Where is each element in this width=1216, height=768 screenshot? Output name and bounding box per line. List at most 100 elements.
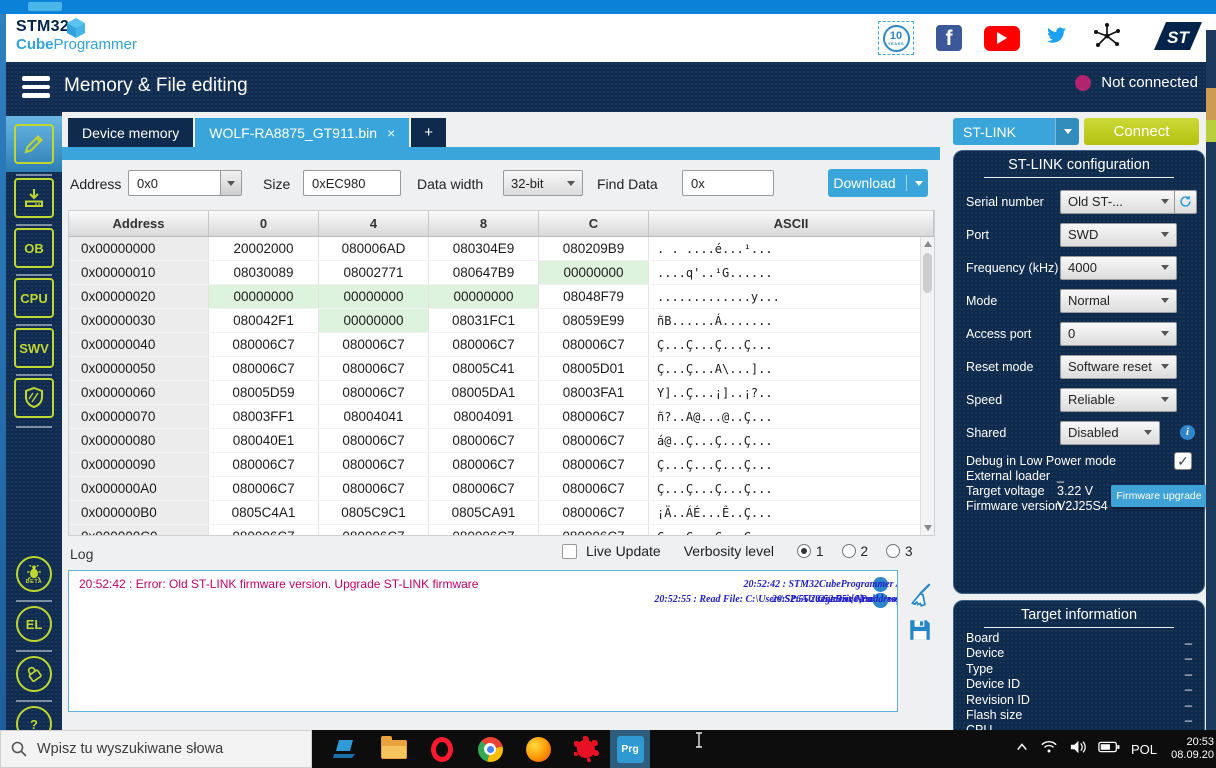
mode-select[interactable]: Normal: [1060, 289, 1177, 313]
hex-cell[interactable]: 080006C7: [539, 405, 649, 428]
hex-cell[interactable]: 08004091: [429, 405, 539, 428]
sidebar-item-erasing-programming[interactable]: [14, 178, 54, 218]
hex-cell[interactable]: 08002771: [319, 261, 429, 284]
hex-cell[interactable]: 080006C7: [429, 429, 539, 452]
verbosity-radio-3[interactable]: [886, 544, 900, 558]
twitter-icon[interactable]: [1042, 24, 1070, 53]
tray-chevron-icon[interactable]: [1015, 740, 1029, 758]
hex-cell[interactable]: 080006C7: [319, 333, 429, 356]
hex-cell[interactable]: 080006C7: [539, 333, 649, 356]
find-data-input[interactable]: [682, 170, 774, 196]
hex-cell[interactable]: 080209B9: [539, 237, 649, 260]
hex-cell[interactable]: 080006C7: [319, 381, 429, 404]
hex-cell[interactable]: 08031FC1: [429, 309, 539, 332]
sidebar-item-cpu[interactable]: CPU: [14, 278, 54, 318]
connect-button[interactable]: Connect: [1084, 118, 1199, 145]
sidebar-item-security[interactable]: [14, 378, 54, 418]
scrollbar-thumb[interactable]: [923, 253, 932, 293]
hex-cell[interactable]: 08004041: [319, 405, 429, 428]
size-input[interactable]: [303, 170, 401, 196]
hex-cell[interactable]: 00000000: [429, 285, 539, 308]
hex-cell[interactable]: 080042F1: [209, 309, 319, 332]
hex-cell[interactable]: 080006C7: [319, 477, 429, 500]
debug-low-power-checkbox[interactable]: ✓: [1174, 452, 1192, 470]
hex-cell[interactable]: 080006C7: [209, 333, 319, 356]
hex-cell[interactable]: 080006C7: [319, 453, 429, 476]
hex-cell[interactable]: 080006C7: [429, 453, 539, 476]
hex-cell[interactable]: 08003FF1: [209, 405, 319, 428]
volume-icon[interactable]: [1069, 739, 1087, 760]
hex-cell[interactable]: 0805CA91: [429, 501, 539, 524]
hex-cell[interactable]: 080006AD: [319, 237, 429, 260]
hex-cell[interactable]: 080647B9: [429, 261, 539, 284]
battery-icon[interactable]: [1098, 740, 1120, 759]
hex-cell[interactable]: 080006C7: [209, 453, 319, 476]
save-log-button[interactable]: [907, 617, 933, 648]
hex-cell[interactable]: 080006C7: [539, 525, 649, 536]
tab-new[interactable]: +: [411, 118, 446, 147]
hex-cell[interactable]: 0805C9C1: [319, 501, 429, 524]
verbosity-radio-2[interactable]: [842, 544, 856, 558]
hex-cell[interactable]: 080006C7: [209, 357, 319, 380]
access-port-select[interactable]: 0: [1060, 322, 1177, 346]
hex-cell[interactable]: 080006C7: [539, 501, 649, 524]
taskbar-clock[interactable]: 20:53 08.09.20: [1168, 736, 1214, 763]
data-width-select[interactable]: 32-bit: [503, 170, 583, 196]
hex-cell[interactable]: 080006C7: [539, 453, 649, 476]
hex-cell[interactable]: 080304E9: [429, 237, 539, 260]
hex-cell[interactable]: 20002000: [209, 237, 319, 260]
hex-cell[interactable]: 080006C7: [319, 357, 429, 380]
hex-cell[interactable]: 080006C7: [429, 333, 539, 356]
tab-device-memory[interactable]: Device memory: [68, 118, 193, 147]
hex-cell[interactable]: 0805C4A1: [209, 501, 319, 524]
firmware-upgrade-button[interactable]: Firmware upgrade: [1111, 485, 1207, 507]
taskbar-search-box[interactable]: Wpisz tu wyszukiwane słowa: [0, 730, 312, 768]
community-icon[interactable]: [1092, 21, 1122, 56]
facebook-icon[interactable]: f: [936, 25, 962, 51]
refresh-button[interactable]: [1174, 190, 1197, 214]
sidebar-item-external-loader[interactable]: EL: [16, 606, 52, 642]
hex-cell[interactable]: 080006C7: [539, 429, 649, 452]
hex-cell[interactable]: 080006C7: [429, 525, 539, 536]
hex-cell[interactable]: 08059E99: [539, 309, 649, 332]
tab-open-file[interactable]: WOLF-RA8875_GT911.bin×: [195, 118, 409, 147]
sidebar-item-beta[interactable]: BETA: [16, 556, 52, 592]
sidebar-item-signing-tool[interactable]: [16, 656, 52, 692]
serial-number-select[interactable]: Old ST-...: [1060, 190, 1177, 214]
taskbar-app-cube-programmer[interactable]: Prg: [610, 730, 650, 768]
hex-cell[interactable]: 08005D01: [539, 357, 649, 380]
st-logo[interactable]: ST: [1144, 20, 1202, 57]
taskbar-app-remote-desktop[interactable]: [322, 730, 370, 768]
sidebar-item-swv[interactable]: SWV: [14, 328, 54, 368]
hex-cell[interactable]: 080006C7: [319, 525, 429, 536]
address-combo[interactable]: 0x0: [128, 170, 242, 196]
hex-cell[interactable]: 00000000: [539, 261, 649, 284]
table-scrollbar[interactable]: [920, 237, 934, 535]
youtube-icon[interactable]: [984, 26, 1020, 51]
download-button[interactable]: Download: [828, 169, 928, 197]
live-update-checkbox[interactable]: [562, 544, 577, 559]
hex-cell[interactable]: 00000000: [209, 285, 319, 308]
taskbar-app-firefox[interactable]: [514, 730, 562, 768]
hamburger-menu-icon[interactable]: [22, 76, 50, 102]
log-output[interactable]: 20:52:42 : STM32CubeProgrammer API v2.11…: [68, 570, 898, 712]
hex-cell[interactable]: 080006C7: [209, 525, 319, 536]
port-select[interactable]: SWD: [1060, 223, 1177, 247]
hex-cell[interactable]: 08005D59: [209, 381, 319, 404]
taskbar-app-red-app[interactable]: [562, 730, 610, 768]
taskbar-app-opera[interactable]: [418, 730, 466, 768]
hex-cell[interactable]: 00000000: [319, 309, 429, 332]
reset-mode-select[interactable]: Software reset: [1060, 355, 1177, 379]
verbosity-radio-1[interactable]: [797, 544, 811, 558]
hex-cell[interactable]: 080006C7: [209, 477, 319, 500]
probe-dropdown-button[interactable]: [1055, 118, 1079, 145]
hex-cell[interactable]: 08003FA1: [539, 381, 649, 404]
address-dropdown-button[interactable]: [220, 171, 241, 195]
close-icon[interactable]: ×: [387, 125, 395, 141]
shared-select[interactable]: Disabled: [1060, 421, 1160, 445]
hex-cell[interactable]: 080006C7: [319, 429, 429, 452]
hex-cell[interactable]: 08048F79: [539, 285, 649, 308]
hex-cell[interactable]: 08005C41: [429, 357, 539, 380]
sidebar-item-memory-file-editing[interactable]: [14, 124, 54, 164]
hex-cell[interactable]: 00000000: [319, 285, 429, 308]
